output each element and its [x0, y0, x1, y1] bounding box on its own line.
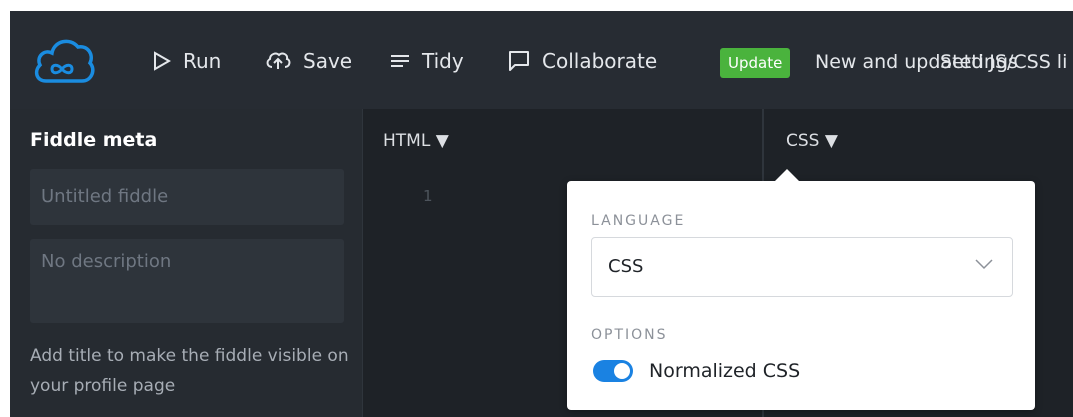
- sidebar-title: Fiddle meta: [30, 129, 158, 151]
- css-language-dropdown[interactable]: CSS ▼: [786, 131, 838, 151]
- update-badge[interactable]: Update: [720, 48, 791, 78]
- cloud-upload-icon: [266, 52, 291, 69]
- normalized-css-label: Normalized CSS: [649, 360, 801, 382]
- line-number: 1: [423, 187, 433, 205]
- jsfiddle-logo-icon[interactable]: [32, 31, 96, 89]
- tidy-button[interactable]: Tidy: [390, 45, 464, 77]
- save-button[interactable]: Save: [265, 45, 352, 77]
- normalized-css-toggle[interactable]: [593, 360, 633, 382]
- run-button[interactable]: Run: [153, 45, 221, 77]
- tidy-label: Tidy: [422, 49, 464, 73]
- save-label: Save: [303, 49, 353, 73]
- fiddle-title-input[interactable]: Untitled fiddle: [30, 169, 344, 225]
- language-heading: LANGUAGE: [591, 213, 686, 229]
- chat-bubble-icon: [509, 51, 529, 71]
- normalized-css-option[interactable]: Normalized CSS: [593, 357, 800, 385]
- fiddle-meta-sidebar: Fiddle meta Untitled fiddle No descripti…: [10, 109, 362, 417]
- chevron-down-icon: [975, 259, 993, 270]
- run-label: Run: [183, 49, 222, 73]
- options-heading: OPTIONS: [591, 327, 668, 343]
- collaborate-button[interactable]: Collaborate: [508, 45, 657, 77]
- language-select[interactable]: CSS: [591, 237, 1013, 297]
- app-window: Run Save Tidy Collaborate Update New and…: [10, 11, 1073, 417]
- css-settings-popover: LANGUAGE CSS OPTIONS Normalized CSS: [567, 169, 1035, 410]
- html-language-dropdown[interactable]: HTML ▼: [383, 131, 449, 151]
- align-lines-icon: [391, 55, 409, 67]
- top-toolbar: Run Save Tidy Collaborate Update New and…: [10, 11, 1073, 109]
- fiddle-description-input[interactable]: No description: [30, 239, 344, 323]
- toggle-knob: [614, 363, 630, 379]
- language-select-value: CSS: [608, 256, 644, 277]
- play-icon: [154, 51, 171, 71]
- news-link[interactable]: New and updated JS/CSS li Settings: [815, 47, 1073, 77]
- sidebar-hint: Add title to make the fiddle visible on …: [30, 346, 349, 396]
- collaborate-label: Collaborate: [542, 49, 658, 73]
- settings-button[interactable]: Settings: [940, 47, 1018, 77]
